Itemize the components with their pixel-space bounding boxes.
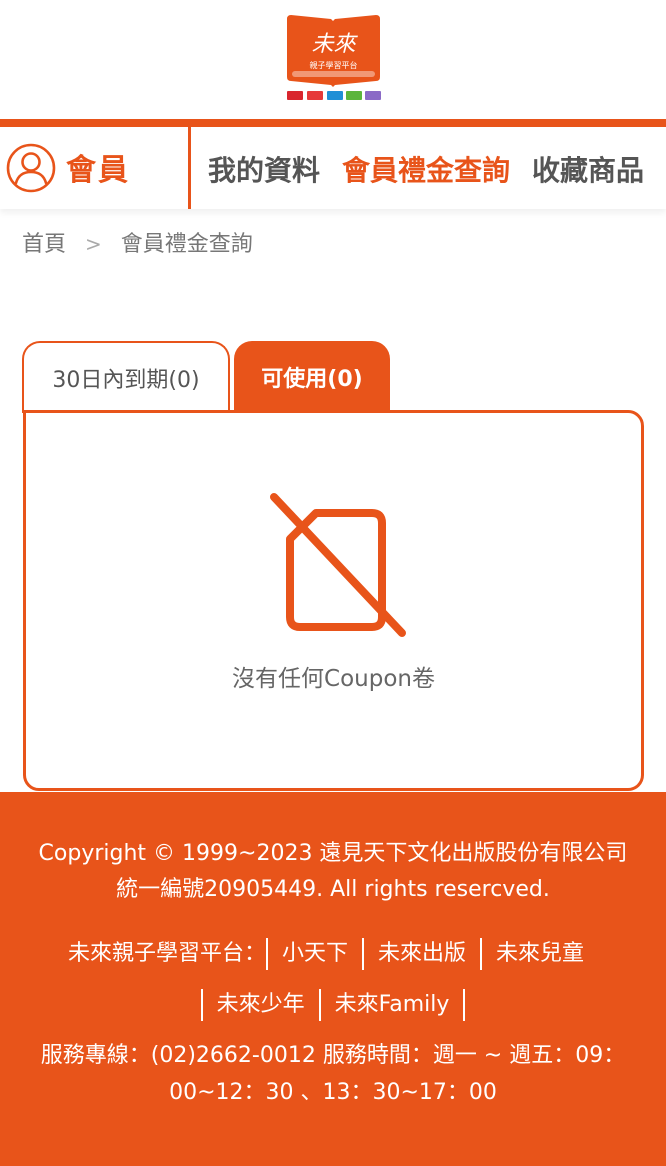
header-accent-bar: [0, 119, 666, 127]
footer-link-xiaotianxia[interactable]: 小天下: [268, 937, 362, 971]
nav-favorites[interactable]: 收藏商品: [532, 149, 644, 189]
user-icon: [6, 143, 56, 193]
copyright-line-1: Copyright © 1999~2023 遠見天下文化出版股份有限公司: [38, 841, 628, 866]
breadcrumb-current: 會員禮金查詢: [120, 232, 253, 257]
service-hotline: 服務專線：(02)2662-0012 服務時間：週一 ~ 週五：09：00~12…: [40, 1043, 626, 1105]
platform-label: 未來親子學習平台：: [67, 941, 266, 966]
breadcrumb-separator: >: [85, 232, 102, 256]
empty-coupon-message: 沒有任何Coupon卷: [232, 666, 435, 692]
no-coupon-icon: [270, 493, 406, 637]
tab-usable[interactable]: 可使用(0): [234, 341, 390, 413]
site-header: 未來 親子學習平台: [0, 0, 666, 120]
svg-text:未來: 未來: [311, 32, 358, 57]
footer-link-weilai-youth[interactable]: 未來少年: [203, 988, 319, 1022]
member-nav: 會員 我的資料 會員禮金查詢 收藏商品: [0, 127, 666, 209]
link-divider: [463, 989, 466, 1021]
copyright: Copyright © 1999~2023 遠見天下文化出版股份有限公司 統一編…: [0, 836, 666, 908]
svg-text:親子學習平台: 親子學習平台: [310, 60, 358, 70]
copyright-line-2: 統一編號20905449. All rights resercved.: [116, 877, 550, 902]
coupon-panel: 沒有任何Coupon卷: [23, 410, 644, 791]
breadcrumb: 首頁 > 會員禮金查詢: [22, 226, 253, 258]
footer-link-weilai-family[interactable]: 未來Family: [321, 988, 464, 1022]
site-footer: Copyright © 1999~2023 遠見天下文化出版股份有限公司 統一編…: [0, 792, 666, 1166]
platform-links: 未來親子學習平台： 小天下 未來出版 未來兒童 未來少年 未來Family: [0, 928, 666, 1030]
nav-divider: [188, 127, 191, 209]
member-label: 會員: [66, 153, 130, 188]
nav-my-profile[interactable]: 我的資料: [208, 149, 320, 189]
nav-gift-money-inquiry[interactable]: 會員禮金查詢: [342, 149, 510, 189]
footer-link-weilai-children[interactable]: 未來兒童: [482, 937, 598, 971]
site-logo[interactable]: 未來 親子學習平台: [285, 15, 382, 105]
footer-link-weilai-publishing[interactable]: 未來出版: [364, 937, 480, 971]
breadcrumb-home[interactable]: 首頁: [22, 232, 66, 257]
tab-expiring-30-days[interactable]: 30日內到期(0): [22, 341, 230, 413]
